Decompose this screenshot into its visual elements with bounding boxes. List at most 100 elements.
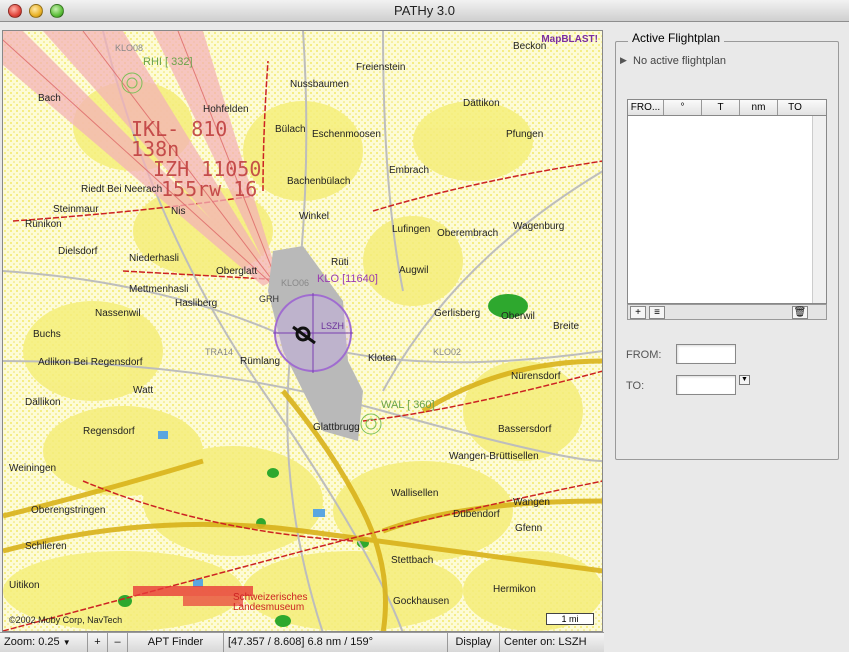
flightplan-table[interactable]: FRO... ° T nm TO <box>627 99 827 304</box>
place-label: Winkel <box>299 211 330 222</box>
place-label: Wangen <box>513 497 550 508</box>
place-label: Embrach <box>389 165 430 176</box>
place-label: Watt <box>133 385 154 396</box>
table-toolbar: + ≡ 🗑 <box>627 304 827 320</box>
map-canvas <box>3 31 602 631</box>
map-view[interactable]: MapBLAST! IKL- 810 138n IZH 11050 155rw … <box>2 30 603 632</box>
to-field[interactable] <box>676 375 736 395</box>
place-label-museum: Schweizerisches Landesmuseum <box>233 592 308 613</box>
from-field[interactable] <box>676 344 736 364</box>
display-button[interactable]: Display <box>448 632 500 652</box>
place-label: Rünikon <box>25 219 62 230</box>
to-label: TO: <box>626 380 645 392</box>
zoom-value: Zoom: 0.25 <box>4 635 60 648</box>
place-label: Bülach <box>275 124 306 135</box>
chevron-down-icon: ▼ <box>62 637 71 647</box>
waypoint-grh[interactable]: GRH <box>259 294 279 304</box>
place-label: Lufingen <box>392 224 431 235</box>
place-label: Rüti <box>331 257 349 268</box>
place-label: Bach <box>38 93 61 104</box>
waypoint-klo06[interactable]: KLO06 <box>281 278 309 288</box>
place-label: Riedt Bei Neerach <box>81 184 163 195</box>
from-label: FROM: <box>626 349 662 361</box>
map-scale-bar: 1 mi <box>546 613 594 625</box>
center-on-select[interactable]: Center on: LSZH <box>500 633 604 652</box>
place-label: Schlieren <box>25 541 67 552</box>
place-label: Freienstein <box>356 62 406 73</box>
place-label: Wangen-Brüttisellen <box>449 451 539 462</box>
place-label: Wagenburg <box>513 221 565 232</box>
place-label: Augwil <box>399 265 429 276</box>
place-label: Gerlisberg <box>434 308 481 319</box>
flight-label-4: 155rw 16 <box>161 177 258 201</box>
column-header-nm[interactable]: nm <box>740 100 778 115</box>
place-label: Dielsdorf <box>58 246 98 257</box>
map-copyright: ©2002 Moby Corp, NavTech <box>9 615 123 625</box>
place-label: Nassenwil <box>95 308 141 319</box>
waypoint-klo08[interactable]: KLO08 <box>115 43 143 53</box>
place-label: Pfungen <box>506 129 544 140</box>
column-header-from[interactable]: FRO... <box>628 100 664 115</box>
place-label: Oberembrach <box>437 228 499 239</box>
window-title: PATHy 3.0 <box>394 3 455 18</box>
to-dropdown-icon[interactable]: ▼ <box>739 375 750 385</box>
place-label: Wallisellen <box>391 488 439 499</box>
table-scrollbar[interactable] <box>812 116 826 303</box>
navaid-wal[interactable]: WAL [ 360] <box>381 399 435 411</box>
trash-icon[interactable]: 🗑 <box>792 306 808 319</box>
waypoint-tra14[interactable]: TRA14 <box>205 347 233 357</box>
place-label: Dättikon <box>463 98 500 109</box>
place-label: Gfenn <box>515 523 543 534</box>
column-header-time[interactable]: T <box>702 100 740 115</box>
navaid-klo[interactable]: KLO [11640] <box>317 273 378 285</box>
disclosure-triangle-icon[interactable]: ▶ <box>620 55 627 66</box>
waypoint-klo02[interactable]: KLO02 <box>433 347 461 357</box>
flightplan-title: Active Flightplan <box>628 31 725 45</box>
place-label: Hohfelden <box>203 104 249 115</box>
place-label: Rümlang <box>240 356 281 367</box>
place-label: Buchs <box>33 329 61 340</box>
place-label: Glattbrugg <box>313 422 360 433</box>
airport-lszh[interactable]: LSZH <box>321 321 344 331</box>
list-button[interactable]: ≡ <box>649 306 665 319</box>
place-label: Hermikon <box>493 584 536 595</box>
place-label: Mettmenhasli <box>129 284 189 295</box>
place-label: Nussbaumen <box>290 79 349 90</box>
place-label: Oberengstringen <box>31 505 106 516</box>
apt-finder-button[interactable]: APT Finder <box>128 632 224 652</box>
place-label: Eschenmoosen <box>312 129 381 140</box>
table-header: FRO... ° T nm TO <box>628 100 826 116</box>
place-label: Dübendorf <box>453 509 500 520</box>
flight-label-3: IZH 11050 <box>153 157 262 181</box>
place-label: Weiningen <box>9 463 57 474</box>
place-label: Adlikon Bei Regensdorf <box>38 357 143 368</box>
flight-label-1: IKL- 810 <box>131 117 228 141</box>
navaid-rhi[interactable]: RHI [ 332] <box>143 56 193 68</box>
place-label: Bassersdorf <box>498 424 552 435</box>
mapblast-logo: MapBLAST! <box>541 34 598 45</box>
title-bar: PATHy 3.0 <box>0 0 849 22</box>
place-label: Bachenbülach <box>287 176 351 187</box>
place-label: Oberwil <box>501 311 535 322</box>
place-label: Nürensdorf <box>511 371 561 382</box>
add-waypoint-button[interactable]: + <box>630 306 646 319</box>
status-bar: Zoom: 0.25 ▼ + – APT Finder [47.357 / 8.… <box>0 632 604 652</box>
column-header-heading[interactable]: ° <box>664 100 702 115</box>
place-label: Regensdorf <box>83 426 135 437</box>
column-header-to[interactable]: TO <box>778 100 812 115</box>
place-label: Gockhausen <box>393 596 450 607</box>
place-label: Niederhasli <box>129 253 180 264</box>
place-label: Oberglatt <box>216 266 258 277</box>
flight-label-2: 138n <box>131 137 180 161</box>
place-label: Stettbach <box>391 555 434 566</box>
flightplan-status: No active flightplan <box>633 55 726 67</box>
zoom-in-button[interactable]: + <box>88 632 108 652</box>
place-label: Steinmaur <box>53 204 99 215</box>
zoom-out-button[interactable]: – <box>108 632 128 652</box>
place-label: Dällikon <box>25 397 61 408</box>
place-label: Kloten <box>368 353 397 364</box>
place-label: Uitikon <box>9 580 40 591</box>
zoom-select[interactable]: Zoom: 0.25 ▼ <box>0 632 88 652</box>
place-label: Breite <box>553 321 580 332</box>
place-label: Beckon <box>513 41 547 52</box>
